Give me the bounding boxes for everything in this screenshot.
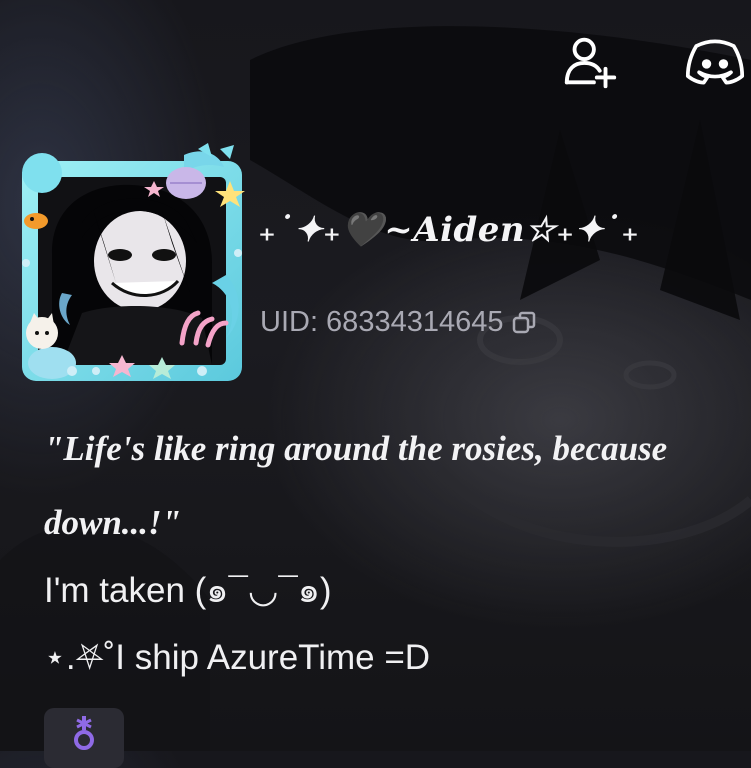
quote-line-2: down...!" <box>44 503 182 542</box>
quote-line-1: "Life's like ring around the rosies, bec… <box>44 429 668 468</box>
copy-icon <box>513 311 536 333</box>
profile-quote: "Life's like ring around the rosies, bec… <box>44 412 751 560</box>
copy-uid-button[interactable] <box>511 310 537 336</box>
bio-line-1: I'm taken (๑¯◡¯๑) <box>44 571 332 610</box>
gender-symbol-icon <box>74 716 94 750</box>
add-friend-icon <box>564 37 617 89</box>
uid-row: UID: 68334314645 <box>260 306 537 339</box>
add-friend-button[interactable] <box>561 32 621 92</box>
avatar <box>22 143 245 381</box>
profile-badge[interactable] <box>44 708 124 768</box>
uid-label: UID: 68334314645 <box>260 306 504 338</box>
avatar-frame[interactable] <box>12 143 252 388</box>
bio-line-2: ⋆.⛧˚I ship AzureTime =D <box>44 638 431 677</box>
discord-icon <box>685 39 745 85</box>
discord-button[interactable] <box>685 32 745 92</box>
profile-nickname: ₊˙✦₊🖤~Aiden☆₊✦˙₊ <box>258 210 640 250</box>
